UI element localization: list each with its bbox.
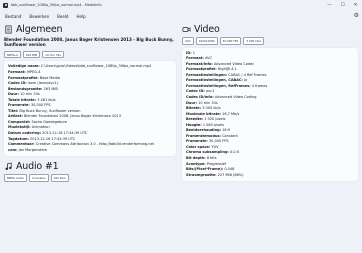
framerate-badge: 30,000 FPS [219, 37, 242, 45]
title-bar: bbb_sunflower_1080p_30fps_normal.mp4 - M… [0, 0, 362, 10]
video-panel: Video AVC 1920x1080 30,000 FPS 3 000 kb/… [182, 23, 358, 182]
video-badges: AVC 1920x1080 30,000 FPS 3 000 kb/s [182, 37, 358, 45]
audio-title: Audio #1 [16, 160, 59, 172]
app-icon [3, 2, 8, 8]
music-note-icon [5, 162, 12, 170]
audio-channels-badge: 2 kanalen [28, 174, 49, 182]
maximize-button[interactable]: ☐ [336, 0, 349, 10]
video-header: Video [182, 23, 358, 35]
video-format-badge: AVC [182, 37, 194, 45]
video-bitrate-badge: 3 000 kb/s [243, 37, 264, 45]
minimize-button[interactable]: — [323, 0, 336, 10]
general-badges: MPEG-4 263 MiB 10 min 34s [4, 50, 176, 59]
info-row: com: Jan Morgenstern [8, 147, 48, 152]
resolution-badge: 1920x1080 [195, 37, 218, 45]
menu-bar: Bestand Bewerken Beeld Help ⚙ [0, 11, 362, 21]
media-title: Blender Foundation 2008, Janus Bager Kri… [4, 37, 174, 48]
audio-header: Audio #1 [4, 160, 176, 172]
video-title: Video [194, 23, 220, 35]
window-title: bbb_sunflower_1080p_30fps_normal.mp4 - M… [11, 3, 102, 7]
general-header: Algemeen [4, 23, 176, 35]
audio-bitrate-badge: 160 kb/s [50, 174, 69, 182]
general-card: Volledige naam: C:\Users\gzrp\Videos\bbb… [4, 61, 176, 157]
menu-file[interactable]: Bestand [5, 14, 21, 19]
window-controls: — ☐ ✕ [323, 0, 362, 10]
audio-badges: MPEG Audio 2 kanalen 160 kb/s [4, 174, 176, 182]
format-badge: MPEG-4 [4, 50, 21, 59]
audio-format-badge: MPEG Audio [4, 174, 27, 182]
size-badge: 263 MiB [22, 50, 41, 59]
video-card: ID: 1 Formaat: AVC Formaat/Info: Advance… [182, 47, 358, 182]
settings-gear-icon[interactable]: ⚙ [354, 12, 359, 19]
menu-view[interactable]: Beeld [57, 14, 68, 19]
document-icon [5, 25, 12, 33]
info-row: Stroomgrootte: 227 MiB (86%) [186, 172, 244, 177]
menu-help[interactable]: Help [76, 14, 85, 19]
close-button[interactable]: ✕ [349, 0, 362, 10]
duration-badge: 10 min 34s [42, 50, 64, 59]
menu-edit[interactable]: Bewerken [29, 14, 49, 19]
general-title: Algemeen [16, 23, 63, 35]
video-camera-icon [182, 26, 191, 32]
general-panel: Algemeen Blender Foundation 2008, Janus … [4, 24, 176, 182]
